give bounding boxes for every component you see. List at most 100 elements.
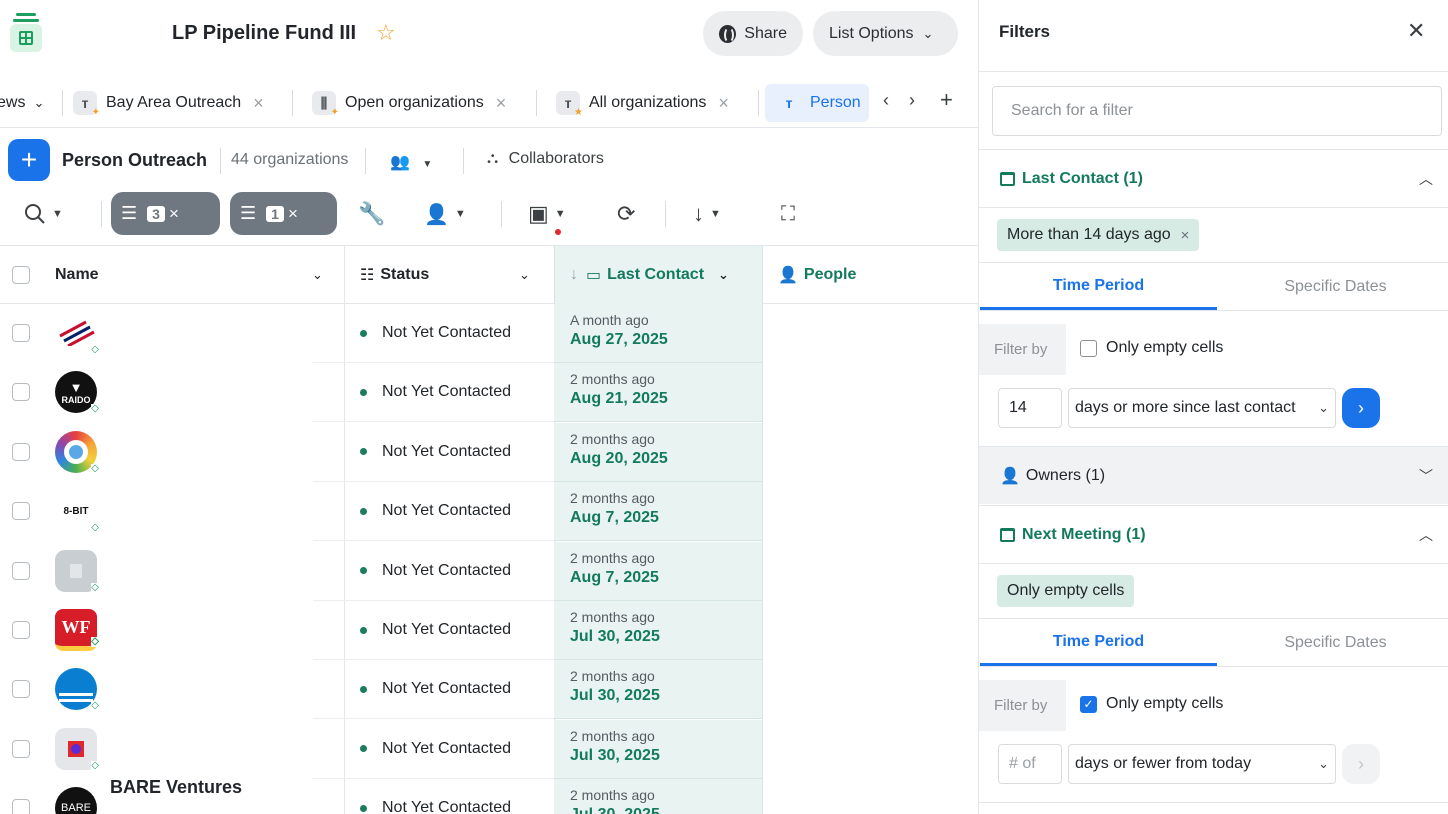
tab-views[interactable]: ews ⌄	[0, 84, 44, 122]
last-contact-cell[interactable]: 2 months ago Aug 7, 2025	[554, 541, 762, 601]
save-view-button[interactable]: ▣ ▼	[528, 197, 566, 231]
status-cell[interactable]: Not Yet Contacted	[344, 482, 554, 542]
chevron-down-icon[interactable]: ⌄	[519, 246, 530, 304]
table-row[interactable]: 8-BIT ◇ Not Yet Contacted 2 months ago Au…	[0, 482, 978, 542]
row-checkbox[interactable]	[12, 680, 30, 699]
apply-filter-button[interactable]: ›	[1342, 388, 1380, 428]
filter-pill[interactable]: ☰ 3 ×	[111, 192, 220, 235]
last-contact-cell[interactable]: 2 months ago Jul 30, 2025	[554, 601, 762, 660]
active-filter-chip[interactable]: Only empty cells	[997, 575, 1135, 607]
owners-section-header[interactable]: 👤 Owners (1) ﹀	[979, 447, 1448, 504]
add-record-button[interactable]: +	[8, 139, 50, 181]
tab-time-period[interactable]: Time Period	[980, 264, 1217, 310]
bare-logo-icon: BARE	[55, 787, 97, 814]
table-row[interactable]: ◇ Not Yet Contacted 2 months ago Aug 7, …	[0, 541, 978, 601]
next-meeting-section-header[interactable]: Next Meeting (1) ︿	[979, 506, 1448, 563]
only-empty-checkbox[interactable]	[1080, 339, 1097, 357]
fullscreen-icon[interactable]: ⛶	[781, 197, 795, 231]
tab-all-organizations[interactable]: ᴛ ★ All organizations ×	[556, 84, 729, 122]
last-contact-section-header[interactable]: Last Contact (1) ︿	[979, 150, 1448, 207]
row-checkbox[interactable]	[12, 561, 30, 580]
chevron-down-icon: ▼	[554, 208, 566, 220]
wrench-icon[interactable]: 🔧	[358, 197, 385, 231]
status-cell[interactable]: Not Yet Contacted	[344, 363, 554, 423]
active-filter-chip[interactable]: More than 14 days ago ×	[997, 219, 1200, 251]
list-app-icon[interactable]	[10, 13, 42, 53]
close-tab-icon[interactable]: ×	[718, 93, 729, 114]
close-tab-icon[interactable]: ×	[496, 93, 507, 114]
tab-open-organizations[interactable]: ⫼ ✦ Open organizations ×	[312, 84, 506, 122]
last-contact-cell[interactable]: A month ago Aug 27, 2025	[554, 304, 762, 363]
last-contact-cell[interactable]: 2 months ago Jul 30, 2025	[554, 779, 762, 814]
table-row[interactable]: WF ◇ Not Yet Contacted 2 months ago Jul 3…	[0, 601, 978, 660]
table-row[interactable]: ◇ Not Yet Contacted 2 months ago Jul 30,…	[0, 719, 978, 779]
table-row[interactable]: ◇ Not Yet Contacted 2 months ago Aug 20,…	[0, 422, 978, 482]
row-checkbox[interactable]	[12, 324, 30, 342]
chevron-left-icon[interactable]: ‹	[883, 90, 889, 111]
last-contact-cell[interactable]: 2 months ago Aug 7, 2025	[554, 482, 762, 542]
column-header-people[interactable]: 👤 People	[778, 246, 856, 304]
sort-pill[interactable]: ☰ 1 ×	[230, 192, 337, 235]
row-checkbox[interactable]	[12, 799, 30, 814]
collaborators-button[interactable]: ⛬ Collaborators	[487, 150, 604, 168]
column-header-status[interactable]: ☷ Status	[360, 246, 429, 304]
view-pin-icon: ᴛ ★	[556, 91, 583, 118]
period-select[interactable]: days or fewer from today ⌄	[1068, 744, 1336, 784]
chevron-right-icon[interactable]: ›	[909, 90, 915, 111]
tab-time-period[interactable]: Time Period	[980, 620, 1217, 666]
column-header-last-contact[interactable]: ↓ ▭ Last Contact ⌄	[554, 246, 762, 304]
table-row[interactable]: ◇ Not Yet Contacted A month ago Aug 27, …	[0, 304, 978, 363]
apply-filter-button[interactable]: ›	[1342, 744, 1380, 784]
filter-icon: ☰	[121, 203, 138, 223]
last-contact-cell[interactable]: 2 months ago Aug 21, 2025	[554, 363, 762, 423]
last-contact-cell[interactable]: 2 months ago Jul 30, 2025	[554, 660, 762, 720]
days-number-input[interactable]	[998, 388, 1062, 428]
only-empty-checkbox[interactable]: ✓	[1080, 695, 1097, 713]
organization-name[interactable]: BARE Ventures	[110, 777, 242, 798]
table-row[interactable]: ◇ Not Yet Contacted 2 months ago Jul 30,…	[0, 660, 978, 720]
favorite-star-icon[interactable]: ☆	[376, 21, 396, 45]
select-all-checkbox[interactable]	[12, 246, 30, 304]
row-checkbox[interactable]	[12, 621, 30, 639]
last-contact-cell[interactable]: 2 months ago Aug 20, 2025	[554, 422, 762, 482]
row-checkbox[interactable]	[12, 442, 30, 461]
refresh-icon[interactable]: ⟳	[617, 197, 635, 231]
export-button[interactable]: ↓ ▼	[693, 197, 721, 231]
row-checkbox[interactable]	[12, 739, 30, 758]
search-button[interactable]: ▼	[24, 197, 63, 231]
only-empty-cells-option[interactable]: Only empty cells	[1080, 339, 1223, 357]
tab-person-outreach[interactable]: ᴛ Person	[765, 84, 869, 122]
list-options-button[interactable]: List Options ⌄	[813, 11, 958, 56]
status-cell[interactable]: Not Yet Contacted	[344, 423, 554, 482]
days-number-input[interactable]	[998, 744, 1062, 784]
last-contact-cell[interactable]: 2 months ago Jul 30, 2025	[554, 719, 762, 779]
chip-label: Only empty cells	[1007, 582, 1125, 599]
add-tab-icon[interactable]: +	[940, 87, 953, 113]
assign-user-button[interactable]: 👤 ▼	[424, 197, 466, 231]
table-row[interactable]: ▼ RAIDO ◇ Not Yet Contacted 2 months ago A…	[0, 363, 978, 423]
row-checkbox[interactable]	[12, 383, 30, 402]
share-button[interactable]: Share	[703, 11, 803, 56]
row-checkbox[interactable]	[12, 502, 30, 521]
period-select[interactable]: days or more since last contact ⌄	[1068, 388, 1336, 428]
tab-bay-area-outreach[interactable]: ᴛ ✦ Bay Area Outreach ×	[73, 84, 264, 122]
only-empty-cells-option[interactable]: ✓ Only empty cells	[1080, 695, 1223, 713]
chevron-down-icon[interactable]: ⌄	[312, 246, 323, 304]
status-cell[interactable]: Not Yet Contacted	[344, 304, 554, 363]
status-cell[interactable]: Not Yet Contacted	[344, 542, 554, 601]
status-cell[interactable]: Not Yet Contacted	[344, 660, 554, 720]
close-tab-icon[interactable]: ×	[253, 93, 264, 114]
close-icon[interactable]: ✕	[1407, 18, 1425, 44]
remove-chip-icon[interactable]: ×	[1181, 227, 1190, 244]
clear-sort-icon[interactable]: ×	[288, 204, 298, 224]
tab-specific-dates[interactable]: Specific Dates	[1217, 620, 1448, 666]
status-cell[interactable]: Not Yet Contacted	[344, 779, 554, 814]
status-cell[interactable]: Not Yet Contacted	[344, 720, 554, 779]
status-cell[interactable]: Not Yet Contacted	[344, 601, 554, 660]
people-dropdown[interactable]: 👥 ▼	[390, 152, 432, 172]
tab-specific-dates[interactable]: Specific Dates	[1217, 264, 1448, 310]
column-header-name[interactable]: Name	[55, 246, 99, 304]
clear-filter-icon[interactable]: ×	[169, 204, 179, 224]
filter-search-input[interactable]	[992, 86, 1442, 136]
table-row[interactable]: BARE BARE Ventures Not Yet Contacted 2 m…	[0, 777, 978, 814]
